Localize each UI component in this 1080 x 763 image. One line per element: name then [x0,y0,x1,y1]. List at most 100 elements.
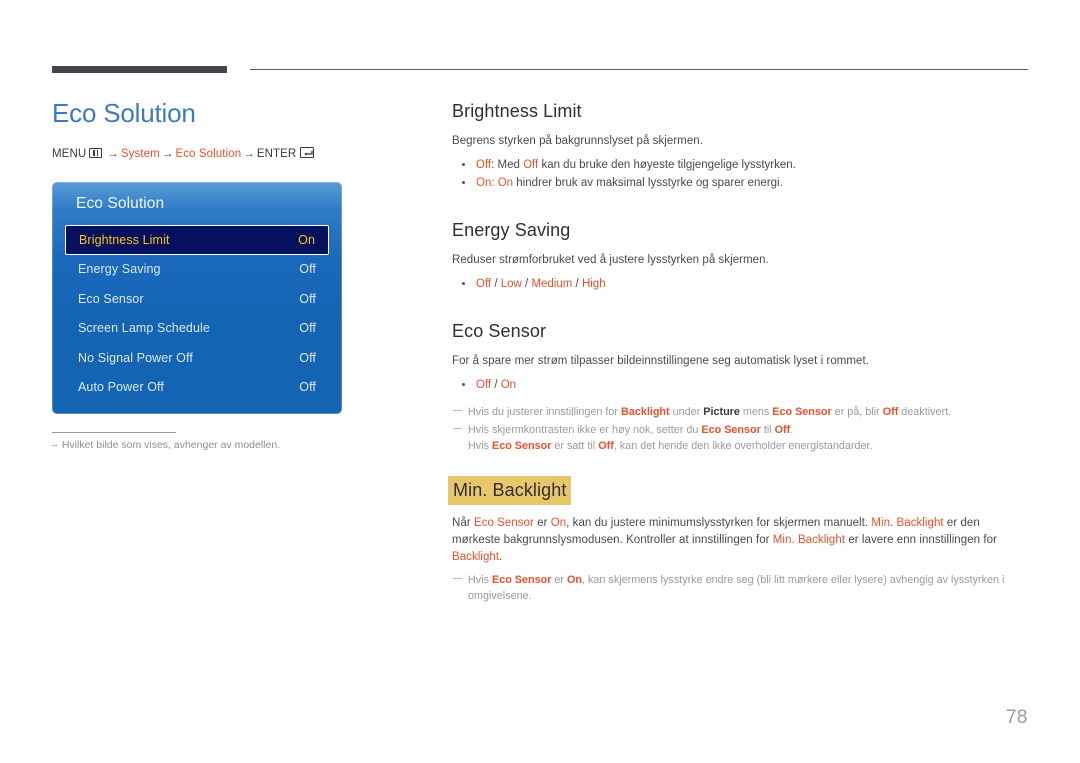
note-term-picture: Picture [703,406,740,418]
osd-row-label: Screen Lamp Schedule [78,321,210,336]
note-text: Hvis [468,574,492,586]
option-on: On [500,379,517,391]
list-item: On: On hindrer bruk av maksimal lysstyrk… [452,174,1030,192]
option-separator: / [491,278,501,290]
header-rule-thin [250,69,1028,70]
left-note-text: Hvilket bilde som vises, avhenger av mod… [61,439,281,451]
section-heading-brightness-limit: Brightness Limit [452,101,582,121]
option-separator: / [521,278,532,290]
osd-row-value: Off [299,321,316,336]
eco-sensor-note-1: Hvis du justerer innstillingen for Backl… [452,404,1030,420]
eco-sensor-intro: For å spare mer strøm tilpasser bildeinn… [452,355,869,367]
osd-row-eco-sensor[interactable]: Eco Sensor Off [65,284,329,314]
left-note: – Hvilket bilde som vises, avhenger av mo… [52,438,382,453]
menu-path-prefix: MENU [52,148,87,160]
list-item: Off: Med Off kan du bruke den høyeste ti… [452,156,1030,174]
note-text: Hvis skjermkontrasten ikke er høy nok, s… [468,424,702,436]
term-min-backlight: Min. Backlight [871,517,944,529]
term-on: On [550,517,567,529]
term-min-backlight-2: Min. Backlight [772,534,846,546]
menu-grid-icon [89,148,103,158]
left-column: Eco Solution MENU → System → Eco Solution → EN… [52,96,412,160]
enter-return-icon [300,147,315,158]
list-item: Off / Low / Medium / High [452,275,1030,293]
note-text: mens [739,406,773,418]
note-text: deaktivert. [898,406,952,418]
bullet-rest: kan du bruke den høyeste tilgjengelige l… [538,159,796,171]
section-heading-energy-saving: Energy Saving [452,220,571,240]
osd-row-value: Off [299,291,316,306]
note-text: er på, blir [831,406,883,418]
page-number: 78 [1005,707,1028,728]
eco-sensor-bullets: Off / On [452,376,1030,394]
osd-row-label: Auto Power Off [78,380,164,395]
page-title: Eco Solution [52,98,196,128]
left-note-dash: – [52,439,58,451]
term-eco-sensor: Eco Sensor [473,517,534,529]
osd-menu-list: Brightness Limit On Energy Saving Off Ec… [65,225,329,402]
note-text: under [669,406,704,418]
bullet-term-2: Off [523,159,539,171]
brightness-limit-intro: Begrens styrken på bakgrunnslyset på skj… [452,135,703,147]
note-text: Hvis [468,440,492,452]
osd-row-label: No Signal Power Off [78,350,193,365]
min-backlight-body: Når Eco Sensor er On, kan du justere min… [452,515,1030,566]
option-high: High [581,278,606,290]
energy-saving-bullets: Off / Low / Medium / High [452,275,1030,293]
menu-path-breadcrumb: MENU → System → Eco Solution → ENTER [52,147,412,160]
bullet-rest: hindrer bruk av maksimal lysstyrke og sp… [513,177,783,189]
note-term-off: Off [882,406,899,418]
note-term-off: Off [774,424,791,436]
menu-path-arrow-1: → [107,148,119,160]
osd-row-label: Energy Saving [78,262,161,277]
option-off: Off [476,278,492,290]
note-text: er [551,574,568,586]
osd-row-screen-lamp-schedule[interactable]: Screen Lamp Schedule Off [65,314,329,344]
body-text: . [499,551,503,563]
menu-path-step-eco-solution: Eco Solution [175,148,242,160]
osd-row-value: Off [299,262,316,277]
note-term-on: On [567,574,583,586]
note-text: er satt til [551,440,599,452]
option-separator: / [491,379,501,391]
option-medium: Medium [531,278,573,290]
osd-panel-title: Eco Solution [76,195,165,212]
body-text: er [533,517,551,529]
bullet-term: On [476,177,492,189]
osd-row-no-signal-power-off[interactable]: No Signal Power Off Off [65,343,329,373]
note-text: . [790,424,794,436]
osd-row-energy-saving[interactable]: Energy Saving Off [65,255,329,285]
osd-row-label: Brightness Limit [79,232,170,247]
note-term-eco-sensor: Eco Sensor [701,424,761,436]
energy-saving-intro: Reduser strømforbruket ved å justere lys… [452,254,769,266]
note-term-eco-sensor: Eco Sensor [492,574,552,586]
osd-row-value: On [298,232,315,247]
section-heading-min-backlight: Min. Backlight [448,476,572,505]
note-term-eco-sensor: Eco Sensor [772,406,832,418]
note-text: til [760,424,775,436]
osd-row-value: Off [299,350,316,365]
note-term-eco-sensor: Eco Sensor [492,440,552,452]
note-term-backlight: Backlight [621,406,670,418]
bullet-term: Off [476,159,492,171]
osd-row-value: Off [299,380,316,395]
osd-row-auto-power-off[interactable]: Auto Power Off Off [65,373,329,403]
option-separator: / [572,278,582,290]
note-text: , kan det hende den ikke overholder ener… [613,440,873,452]
body-text: Når [452,517,474,529]
list-item: Off / On [452,376,1030,394]
menu-path-arrow-3: → [243,148,255,160]
menu-path-arrow-2: → [161,148,174,160]
option-off: Off [476,379,492,391]
body-text: er lavere enn innstillingen for [845,534,997,546]
osd-panel: Eco Solution Brightness Limit On Energy … [52,182,342,414]
menu-path-step-system: System [120,148,160,160]
osd-row-brightness-limit[interactable]: Brightness Limit On [65,225,329,255]
header-rule-thick [52,66,227,73]
bullet-sep: : Med [491,159,524,171]
option-low: Low [500,278,522,290]
note-continuation: Hvis Eco Sensor er satt til Off, kan det… [468,438,1030,454]
eco-sensor-note-2: Hvis skjermkontrasten ikke er høy nok, s… [452,422,1030,454]
